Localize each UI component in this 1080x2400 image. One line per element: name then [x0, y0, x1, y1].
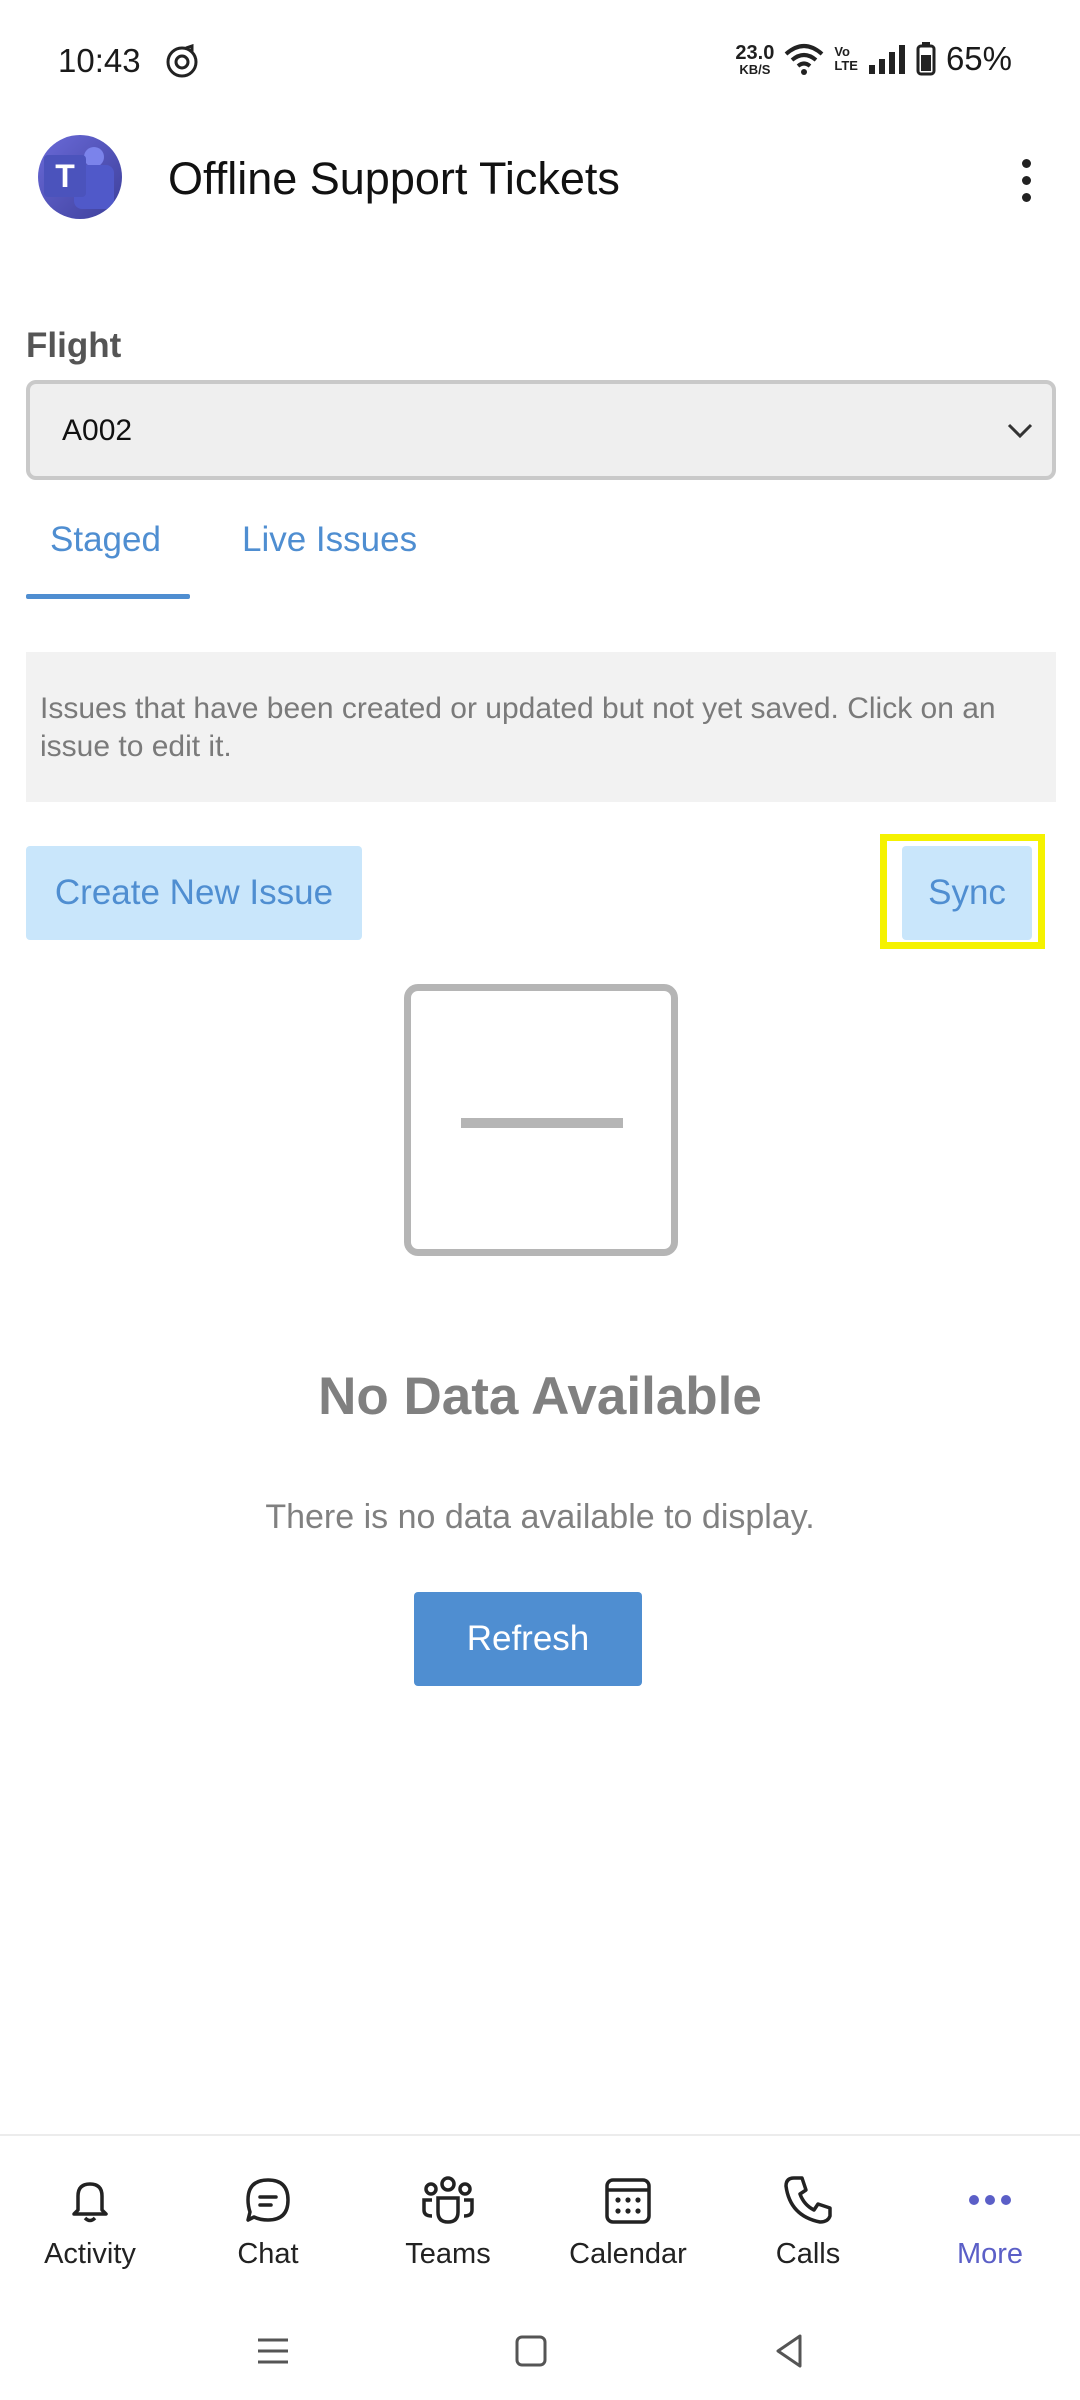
empty-state-icon	[404, 984, 678, 1256]
flight-label: Flight	[26, 326, 122, 365]
music-note-icon	[166, 44, 198, 78]
system-navigation-bar	[0, 2300, 1080, 2400]
empty-state-title: No Data Available	[318, 1367, 762, 1426]
battery-icon	[916, 42, 936, 76]
nav-item-more[interactable]: More	[900, 2172, 1080, 2271]
nav-item-chat[interactable]: Chat	[178, 2172, 358, 2271]
status-time: 10:43	[58, 42, 141, 79]
more-icon	[969, 2195, 1011, 2205]
back-icon[interactable]	[764, 2326, 814, 2376]
tab-staged[interactable]: Staged	[50, 520, 161, 560]
active-tab-indicator	[26, 594, 190, 599]
page-title: Offline Support Tickets	[168, 153, 620, 204]
calendar-icon	[605, 2178, 651, 2224]
chat-icon	[246, 2178, 290, 2222]
nav-label: More	[956, 2238, 1024, 2270]
empty-state-description: There is no data available to display.	[265, 1498, 815, 1536]
nav-item-activity[interactable]: Activity	[0, 2172, 180, 2271]
menu-icon[interactable]	[248, 2326, 298, 2376]
chevron-down-icon	[1007, 423, 1033, 439]
nav-label: Teams	[405, 2238, 491, 2270]
more-options-button[interactable]	[998, 145, 1054, 215]
sync-button[interactable]: Sync	[902, 846, 1032, 940]
nav-item-calendar[interactable]: Calendar	[538, 2172, 718, 2271]
kebab-dot	[1021, 192, 1031, 202]
nav-item-teams[interactable]: Teams	[358, 2172, 538, 2271]
status-icons: 23.0 KB/S Vo LTE 65%	[735, 40, 1012, 78]
home-icon[interactable]	[506, 2326, 556, 2376]
info-message: Issues that have been created or updated…	[26, 652, 1056, 802]
create-new-issue-button[interactable]: Create New Issue	[26, 846, 362, 940]
kebab-dot	[1021, 175, 1031, 185]
refresh-button[interactable]: Refresh	[414, 1592, 642, 1686]
nav-label: Chat	[237, 2238, 299, 2270]
phone-icon	[784, 2176, 832, 2224]
nav-label: Calendar	[569, 2238, 687, 2270]
network-speed: 23.0 KB/S	[735, 41, 775, 77]
flight-selected-value: A002	[62, 414, 133, 447]
bell-icon	[72, 2182, 108, 2223]
wifi-icon	[785, 44, 824, 75]
nav-item-calls[interactable]: Calls	[718, 2172, 898, 2271]
teams-icon	[422, 2176, 474, 2224]
svg-text:T: T	[55, 158, 75, 194]
nav-label: Activity	[44, 2238, 136, 2270]
nav-label: Calls	[775, 2238, 841, 2270]
bottom-navigation: Activity Chat Teams Calendar Calls More	[0, 2134, 1080, 2294]
kebab-dot	[1021, 158, 1031, 168]
signal-icon	[868, 45, 905, 74]
volte-indicator: Vo LTE	[834, 44, 858, 73]
teams-app-avatar: T	[38, 135, 122, 219]
app-header: T Offline Support Tickets	[0, 125, 1080, 235]
teams-logo-icon: T	[44, 147, 114, 209]
tab-live-issues[interactable]: Live Issues	[242, 520, 417, 560]
flight-select[interactable]: A002	[26, 380, 1056, 480]
empty-state-dash	[461, 1118, 623, 1128]
battery-percent: 65%	[945, 40, 1012, 77]
status-bar: 10:43 23.0 KB/S Vo LTE 65%	[0, 0, 1080, 125]
